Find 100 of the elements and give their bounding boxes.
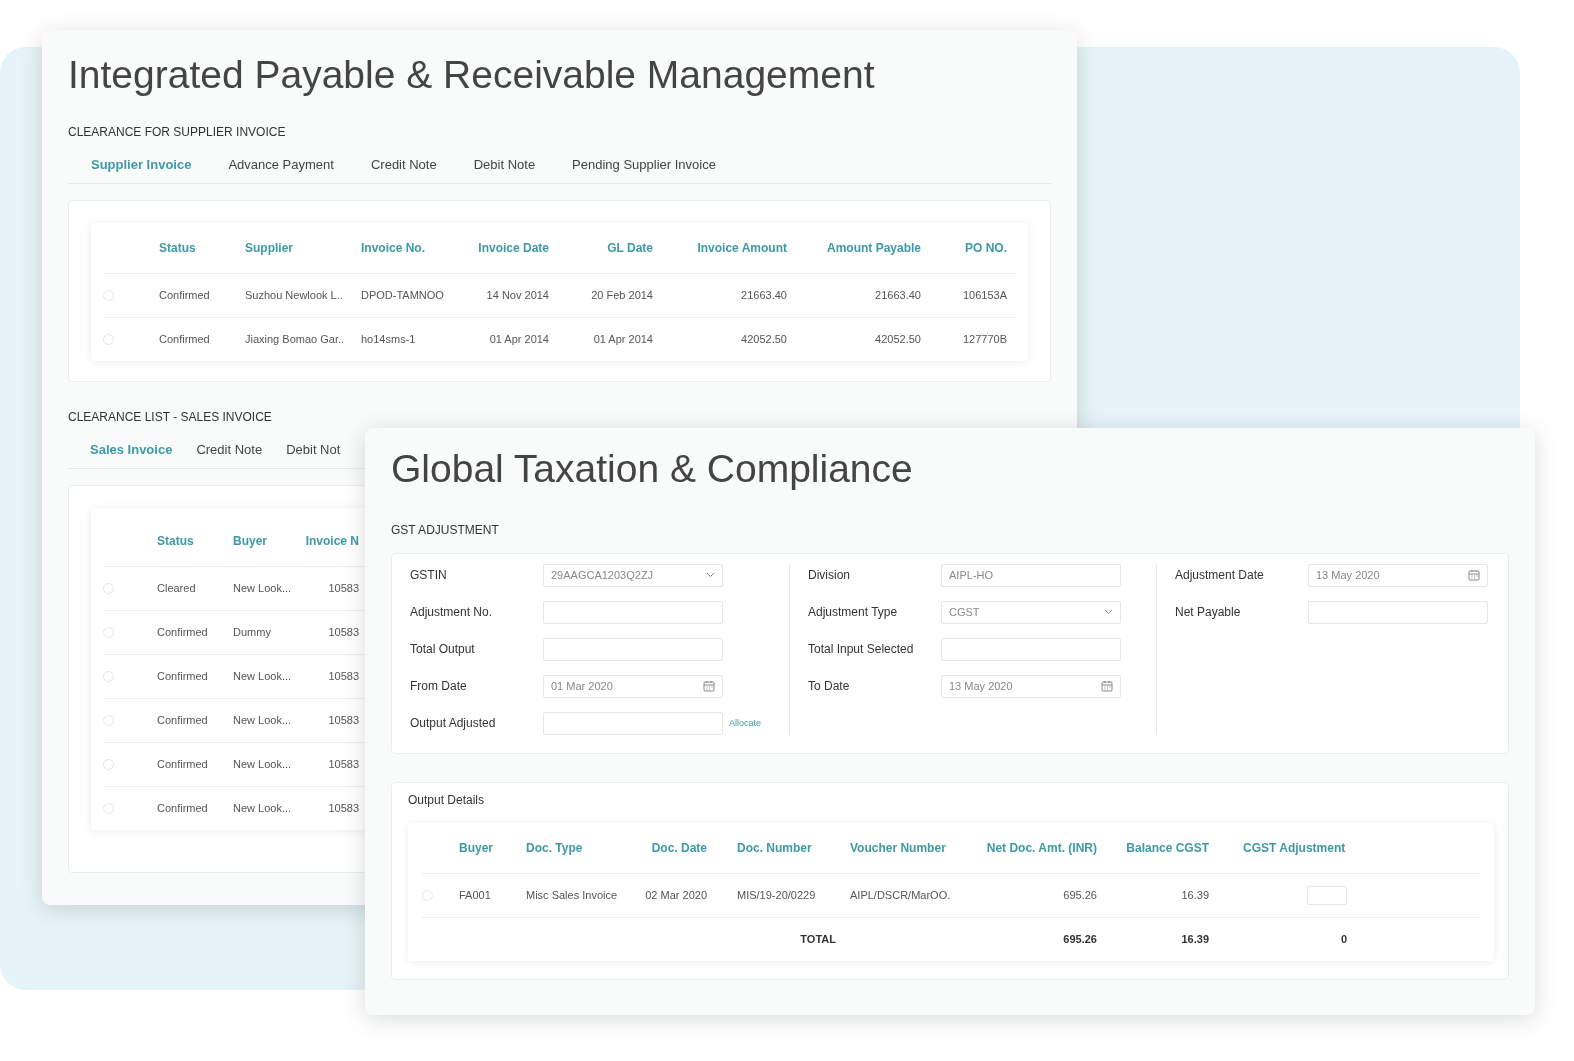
column-header: Net Doc. Amt. (INR) [985,840,1097,855]
column-header: Doc. Type [526,840,584,855]
tab[interactable]: Debit Not [274,442,353,464]
date-field[interactable]: 13 May 2020 [941,674,1121,698]
table-cell-text: New Look... [233,670,293,683]
field-label: To Date [808,679,851,694]
column-header: Invoice No. [361,240,426,255]
radio-button[interactable] [103,802,114,814]
column-header: Doc. Date [650,840,707,855]
table-cell-text: Jiaxing Bomao Gar.. [245,333,346,346]
total-value: 16.39 [1180,933,1209,946]
table-cell-text: Confirmed [159,289,211,302]
column-header: Doc. Number [736,840,813,855]
date-field[interactable]: 01 Mar 2020 [543,674,723,698]
input-field[interactable] [543,600,723,624]
column-header: Buyer [459,840,494,855]
tab[interactable]: Advance Payment [215,157,348,179]
table-cell-text: 10583 [327,714,359,727]
table-cell-text: 10583 [327,626,359,639]
table-cell-text: 10583 [327,802,359,815]
column-header: Status [159,240,197,255]
column-header: Invoice Date [477,240,549,255]
column-header: Status [157,533,195,548]
field-value: CGST [949,606,980,619]
input-field[interactable] [1308,600,1488,624]
field-label: Adjustment Date [1175,568,1265,583]
field-value: 01 Mar 2020 [551,680,613,693]
field-value: 29AAGCA1203Q2ZJ [551,569,654,582]
radio-button[interactable] [103,333,114,345]
field-value: 13 May 2020 [1316,569,1380,582]
table-cell-text: MIS/19-20/0229 [736,889,817,902]
tab[interactable]: Pending Supplier Invoice [559,157,730,179]
field-label: From Date [410,679,468,694]
column-header: Invoice Amount [696,240,787,255]
table-cell-text: 21663.40 [874,289,921,302]
tab[interactable]: Sales Invoice [78,442,185,464]
input-field[interactable] [543,637,723,661]
table-cell-text: New Look... [233,758,293,771]
field-label: Adjustment No. [410,605,494,620]
column-header: Balance CGST [1125,840,1209,855]
table-cell-text: 42052.50 [740,333,787,346]
panel-heading: Output Details [408,792,486,807]
chevron-down-icon [706,572,715,579]
field-label: Total Output [410,642,476,657]
table-cell-text: Suzhou Newlook L.. [245,289,344,302]
table-cell-text: FA001 [459,889,492,902]
section-heading: CLEARANCE LIST - SALES INVOICE [68,409,273,424]
table-cell-text: 20 Feb 2014 [590,289,653,302]
input-field[interactable]: AIPL-HO [941,563,1121,587]
column-header: PO NO. [964,240,1007,255]
table-cell-text: 10583 [327,582,359,595]
table-cell-text: 01 Apr 2014 [592,333,653,346]
total-value: 0 [1339,933,1347,946]
calendar-icon [1468,569,1480,582]
radio-button[interactable] [422,889,433,901]
table-cell-text: Dummy [233,626,272,639]
allocate-link[interactable]: Allocate [729,718,762,729]
radio-button[interactable] [103,626,114,638]
column-header: Amount Payable [825,240,921,255]
column-header: GL Date [606,240,653,255]
radio-button[interactable] [103,289,114,301]
table-cell-text: 16.39 [1180,889,1209,902]
column-header: CGST Adjustment [1242,840,1347,855]
table-cell-text: Misc Sales Invoice [526,889,619,902]
radio-button[interactable] [103,670,114,682]
radio-button[interactable] [103,714,114,726]
tab[interactable]: Debit Note [460,157,550,179]
input-field[interactable] [1307,885,1347,905]
field-label: Output Adjusted [410,716,497,731]
tab[interactable]: Credit Note [184,442,275,464]
input-field[interactable] [941,637,1121,661]
tab[interactable]: Credit Note [357,157,451,179]
table-cell-text: Confirmed [159,333,211,346]
field-value: 13 May 2020 [949,680,1013,693]
section-heading: CLEARANCE FOR SUPPLIER INVOICE [68,124,287,139]
table-cell-text: Confirmed [157,758,209,771]
table-cell-text: AIPL/DSCR/MarOO. [850,889,952,902]
radio-button[interactable] [103,582,114,594]
table-cell-text: 21663.40 [740,289,787,302]
column-header: Buyer [233,533,268,548]
table-cell-text: New Look... [233,802,293,815]
chevron-down-icon [1104,609,1113,616]
dropdown[interactable]: CGST [941,600,1121,624]
input-field[interactable] [543,711,723,735]
field-label: Net Payable [1175,605,1242,620]
date-field[interactable]: 13 May 2020 [1308,563,1488,587]
total-value: 695.26 [1062,933,1097,946]
window-title: Global Taxation & Compliance [391,446,914,492]
table-cell-text: 01 Apr 2014 [488,333,549,346]
table-cell-text: 02 Mar 2020 [644,889,707,902]
section-heading: GST ADJUSTMENT [391,522,500,537]
tab[interactable]: Supplier Invoice [78,157,206,179]
dropdown[interactable]: 29AAGCA1203Q2ZJ [543,563,723,587]
table-cell-text: 14 Nov 2014 [485,289,549,302]
table-cell-text: 10583 [327,670,359,683]
radio-button[interactable] [103,758,114,770]
table-cell-text: New Look... [233,582,293,595]
calendar-icon [703,680,715,693]
total-label: TOTAL [799,933,837,946]
column-header: Invoice N [304,533,359,548]
